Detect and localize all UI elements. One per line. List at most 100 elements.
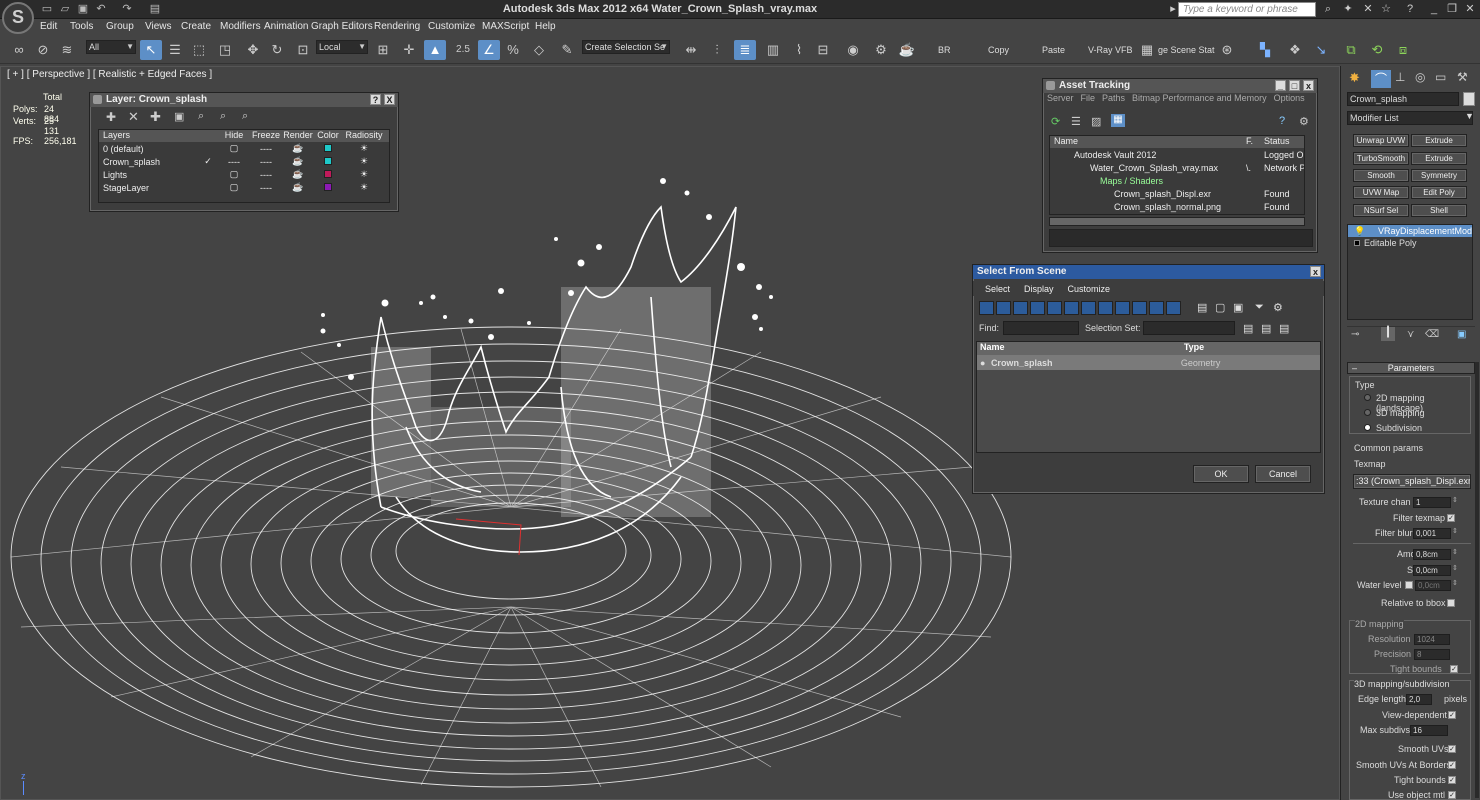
scale-icon[interactable]: ⊡ xyxy=(292,40,314,60)
radio-subdivision[interactable] xyxy=(1364,424,1371,431)
col-status[interactable]: Status xyxy=(1264,136,1304,148)
curve-editor-icon[interactable]: ⌇ xyxy=(788,40,810,60)
col-radiosity[interactable]: Radiosity xyxy=(343,130,385,142)
asset-menu-bitmap[interactable]: Bitmap Performance and Memory xyxy=(1132,93,1267,106)
asset-menu-server[interactable]: Server xyxy=(1047,93,1074,106)
asset-row[interactable]: Crown_splash_normal.png Found xyxy=(1050,200,1304,213)
display-helpers-icon[interactable] xyxy=(1047,301,1062,315)
modifier-smooth-button[interactable]: Smooth xyxy=(1353,169,1409,182)
menu-modifiers[interactable]: Modifiers xyxy=(220,21,261,32)
layer-manager-icon[interactable]: ≣ xyxy=(734,40,756,60)
stack-item-editable-poly[interactable]: Editable Poly xyxy=(1348,237,1472,249)
asset-name[interactable]: Crown_splash_normal.png xyxy=(1050,202,1246,212)
select-by-name-icon[interactable]: ☰ xyxy=(164,40,186,60)
edge-length-spinner[interactable]: 2,0 xyxy=(1406,694,1432,705)
motion-tab-icon[interactable]: ◎ xyxy=(1415,70,1425,84)
object-color-swatch[interactable] xyxy=(1463,92,1475,106)
find-input[interactable] xyxy=(1003,321,1079,335)
layer-current-check[interactable]: ✓ xyxy=(197,156,219,167)
mirror-icon[interactable]: ⇹ xyxy=(680,40,702,60)
material-editor-icon[interactable]: ◉ xyxy=(842,40,864,60)
selection-filter-dropdown[interactable]: All xyxy=(86,40,136,54)
layer-name[interactable]: Lights xyxy=(99,170,197,180)
radio-3d-mapping[interactable] xyxy=(1364,409,1371,416)
list-view-icon[interactable]: ☰ xyxy=(1071,115,1081,128)
resolution-spinner[interactable]: 1024 xyxy=(1414,634,1450,645)
snapshot-utility-icon[interactable]: ⧈ xyxy=(1392,40,1414,60)
asset-horizontal-scrollbar[interactable] xyxy=(1049,217,1305,226)
asset-row[interactable]: Water_Crown_Splash_vray.max \. Network P xyxy=(1050,161,1304,174)
menu-customize[interactable]: Customize xyxy=(428,21,475,32)
modifier-extrude-button[interactable]: Extrude xyxy=(1411,134,1467,147)
layer-color-swatch[interactable] xyxy=(324,156,332,165)
remove-modifier-icon[interactable]: ⌫ xyxy=(1425,329,1439,340)
tight-bounds-3d-checkbox[interactable]: ✓ xyxy=(1448,776,1456,784)
asset-close-button[interactable]: x xyxy=(1303,80,1314,91)
asset-path-field[interactable] xyxy=(1049,229,1313,247)
select-menu-display[interactable]: Display xyxy=(1024,284,1054,294)
menu-maxscript[interactable]: MAXScript xyxy=(482,21,529,32)
parameters-rollout-header[interactable]: – Parameters xyxy=(1347,362,1475,374)
asset-row[interactable]: Crown_splash_Displ.exr Found xyxy=(1050,187,1304,200)
unlink-icon[interactable]: ⊘ xyxy=(32,40,54,60)
sub-objects-icon[interactable]: ❖ xyxy=(1284,40,1306,60)
col-name[interactable]: Name xyxy=(1050,136,1246,148)
layer-name[interactable]: Crown_splash xyxy=(99,157,197,167)
relative-bbox-checkbox[interactable] xyxy=(1447,599,1455,607)
hide-all-layers-icon[interactable]: ⌕ xyxy=(220,110,226,123)
vray-vfb-button[interactable]: V-Ray VFB xyxy=(1088,45,1133,55)
keyboard-shortcut-override-icon[interactable]: ▲ xyxy=(424,40,446,60)
display-xrefs-icon[interactable] xyxy=(1098,301,1113,315)
water-level-spinner[interactable]: 0,0cm xyxy=(1415,580,1451,591)
modifier-uvw-map-button[interactable]: UVW Map xyxy=(1353,186,1409,199)
menu-rendering[interactable]: Rendering xyxy=(374,21,420,32)
display-tab-icon[interactable]: ▭ xyxy=(1435,70,1446,84)
select-manipulate-icon[interactable]: ✛ xyxy=(398,40,420,60)
col-name[interactable]: Name xyxy=(977,342,1181,355)
filter-settings-icon[interactable]: ⚙ xyxy=(1273,301,1283,314)
asset-menu-file[interactable]: File xyxy=(1081,93,1096,106)
selset-highlight-icon[interactable]: ▤ xyxy=(1279,322,1289,335)
make-unique-icon[interactable]: ⋎ xyxy=(1407,329,1414,340)
asset-name[interactable]: Maps / Shaders xyxy=(1050,176,1246,186)
add-to-layer-icon[interactable]: ✚ xyxy=(150,109,161,125)
graphite-ribbon-icon[interactable]: ▥ xyxy=(762,40,784,60)
project-folder-icon[interactable]: ▤ xyxy=(148,2,162,16)
layer-hide-toggle[interactable]: ▢ xyxy=(219,169,249,180)
scene-stats-button[interactable]: ge Scene Stat xyxy=(1158,45,1215,55)
select-invert-icon[interactable]: ▣ xyxy=(1233,301,1243,314)
app-logo-button[interactable]: S xyxy=(2,2,34,34)
layer-dialog-close-button[interactable]: X xyxy=(384,94,395,105)
display-frozen-icon[interactable] xyxy=(1149,301,1164,315)
spinner-snap-icon[interactable]: ◇ xyxy=(528,40,550,60)
menu-group[interactable]: Group xyxy=(106,21,134,32)
texture-chan-spinner[interactable]: 1 xyxy=(1413,497,1451,508)
menu-create[interactable]: Create xyxy=(181,21,211,32)
modifier-shell-button[interactable]: Shell xyxy=(1411,204,1467,217)
viewport-label[interactable]: [ + ] [ Perspective ] [ Realistic + Edge… xyxy=(7,69,212,80)
layer-row[interactable]: StageLayer ▢ ---- ☕ ☀ xyxy=(99,181,389,194)
layer-render-teapot-icon[interactable]: ☕ xyxy=(283,156,313,167)
radio-2d-mapping[interactable] xyxy=(1364,394,1371,401)
col-hide[interactable]: Hide xyxy=(219,130,249,142)
communication-icon[interactable]: ✕ xyxy=(1360,2,1376,17)
water-level-checkbox[interactable] xyxy=(1405,581,1413,589)
view-dependent-checkbox[interactable]: ✓ xyxy=(1448,711,1456,719)
smooth-uvs-checkbox[interactable]: ✓ xyxy=(1448,745,1456,753)
menu-views[interactable]: Views xyxy=(145,21,172,32)
selset-remove-icon[interactable]: ▤ xyxy=(1261,322,1271,335)
render-last-icon[interactable]: ⊛ xyxy=(1216,40,1238,60)
modifier-symmetry-button[interactable]: Symmetry xyxy=(1411,169,1467,182)
layer-radiosity-icon[interactable]: ☀ xyxy=(343,156,385,167)
select-menu-select[interactable]: Select xyxy=(985,284,1010,294)
create-tab-icon[interactable]: ✸ xyxy=(1349,70,1360,86)
modify-tab-icon[interactable]: ⌒ xyxy=(1371,70,1391,88)
asset-name[interactable]: Autodesk Vault 2012 xyxy=(1050,150,1246,160)
command-panel-scrollbar[interactable] xyxy=(1475,362,1479,798)
configure-sets-icon[interactable]: ▣ xyxy=(1457,329,1466,340)
restore-window-icon[interactable]: ❐ xyxy=(1444,2,1460,17)
menu-animation[interactable]: Animation xyxy=(264,21,308,32)
scene-stats-icon[interactable]: ▦ xyxy=(1138,40,1156,60)
help-search-input[interactable]: Type a keyword or phrase xyxy=(1178,2,1316,17)
paste-button[interactable]: Paste xyxy=(1042,45,1065,55)
